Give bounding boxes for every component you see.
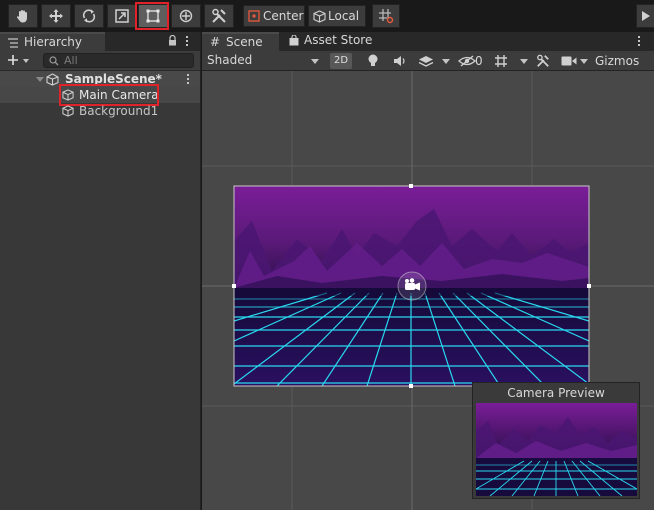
scale-icon xyxy=(115,9,129,23)
grid-snap-icon xyxy=(379,9,394,24)
camera-dropdown-icon[interactable] xyxy=(580,59,588,64)
hidden-objects-count: 0 xyxy=(475,54,483,68)
rotate-icon xyxy=(82,9,96,23)
rect-tool-button[interactable] xyxy=(138,4,168,28)
scene-name: SampleScene* xyxy=(65,72,162,86)
scene-tab-bar: # Scene Asset Store xyxy=(202,32,654,51)
rect-transform-icon xyxy=(146,9,160,23)
grid-dropdown-icon[interactable] xyxy=(520,59,528,64)
hierarchy-search-input[interactable]: All xyxy=(43,53,194,68)
tab-scene[interactable]: # Scene xyxy=(202,32,279,51)
hierarchy-item-label: Background1 xyxy=(79,104,159,118)
pivot-space-button[interactable]: Local xyxy=(308,5,366,27)
gizmos-button[interactable]: Gizmos xyxy=(595,51,639,71)
effects-dropdown-icon[interactable] xyxy=(442,59,450,64)
2d-mode-toggle[interactable]: 2D xyxy=(330,53,352,69)
tab-label: Scene xyxy=(226,35,263,49)
scene-view-toolbar: Shaded 2D 0 Gizmos xyxy=(202,51,654,71)
camera-preview-title: Camera Preview xyxy=(507,386,605,400)
lighting-bulb-icon[interactable] xyxy=(366,53,380,69)
move-tool-button[interactable] xyxy=(41,4,71,28)
add-dropdown-icon[interactable] xyxy=(23,59,29,63)
hierarchy-item-background1[interactable]: Background1 xyxy=(0,103,200,119)
hierarchy-toolbar: All xyxy=(0,51,200,71)
grid-snap-button[interactable] xyxy=(372,4,400,28)
shopping-bag-icon xyxy=(289,35,299,46)
gameobject-cube-icon xyxy=(62,89,74,101)
tab-label: Asset Store xyxy=(304,33,373,47)
hierarchy-menu-icon[interactable] xyxy=(186,36,189,48)
scene-menu-icon[interactable] xyxy=(187,74,190,86)
hierarchy-tab-bar: Hierarchy xyxy=(0,32,200,51)
play-button[interactable] xyxy=(636,4,654,28)
search-icon xyxy=(49,56,59,66)
hierarchy-panel: Hierarchy All SampleScene* Main Camera B… xyxy=(0,32,201,510)
transform-icon xyxy=(179,9,193,23)
shading-mode-label: Shaded xyxy=(207,53,253,67)
cube-local-icon xyxy=(313,10,326,23)
hash-grid-icon: # xyxy=(210,35,221,49)
tools-icon xyxy=(212,8,226,23)
camera-preview-image xyxy=(476,403,637,496)
hierarchy-item-main-camera[interactable]: Main Camera xyxy=(0,87,200,103)
transform-tool-button[interactable] xyxy=(171,4,201,28)
play-icon xyxy=(642,11,650,21)
hidden-eye-icon[interactable] xyxy=(458,54,476,68)
main-toolbar: Center Local xyxy=(0,0,654,32)
custom-tool-button[interactable] xyxy=(204,4,234,28)
shading-mode-dropdown[interactable]: Shaded xyxy=(202,51,324,71)
pivot-center-icon xyxy=(248,10,260,22)
expand-arrow-icon[interactable] xyxy=(36,77,44,82)
camera-preview-render xyxy=(476,403,637,496)
list-icon xyxy=(8,38,18,48)
chevron-down-icon xyxy=(311,59,319,64)
pivot-mode-label: Center xyxy=(263,9,304,23)
rotate-tool-button[interactable] xyxy=(74,4,104,28)
lock-icon[interactable] xyxy=(168,35,177,46)
add-icon[interactable] xyxy=(7,54,19,66)
hierarchy-tab[interactable]: Hierarchy xyxy=(0,32,105,51)
camera-preview-window: Camera Preview xyxy=(472,382,640,499)
hand-icon xyxy=(16,10,27,23)
audio-speaker-icon[interactable] xyxy=(393,54,407,68)
pivot-space-label: Local xyxy=(328,9,360,23)
video-camera-icon[interactable] xyxy=(561,55,577,67)
unity-scene-icon xyxy=(46,73,59,86)
scale-tool-button[interactable] xyxy=(107,4,137,28)
effects-layers-icon[interactable] xyxy=(418,54,434,68)
tab-asset-store[interactable]: Asset Store xyxy=(280,32,380,51)
scene-menu-icon[interactable] xyxy=(638,36,641,48)
scene-row[interactable]: SampleScene* xyxy=(0,71,200,87)
hierarchy-item-label: Main Camera xyxy=(79,88,159,102)
search-placeholder: All xyxy=(64,54,78,67)
pivot-mode-button[interactable]: Center xyxy=(243,5,305,27)
hierarchy-tab-label: Hierarchy xyxy=(24,35,83,49)
gameobject-cube-icon xyxy=(62,105,74,117)
hand-tool-button[interactable] xyxy=(8,4,38,28)
tools-icon[interactable] xyxy=(536,54,550,68)
move-icon xyxy=(49,9,63,23)
grid-visibility-icon[interactable] xyxy=(494,54,508,68)
